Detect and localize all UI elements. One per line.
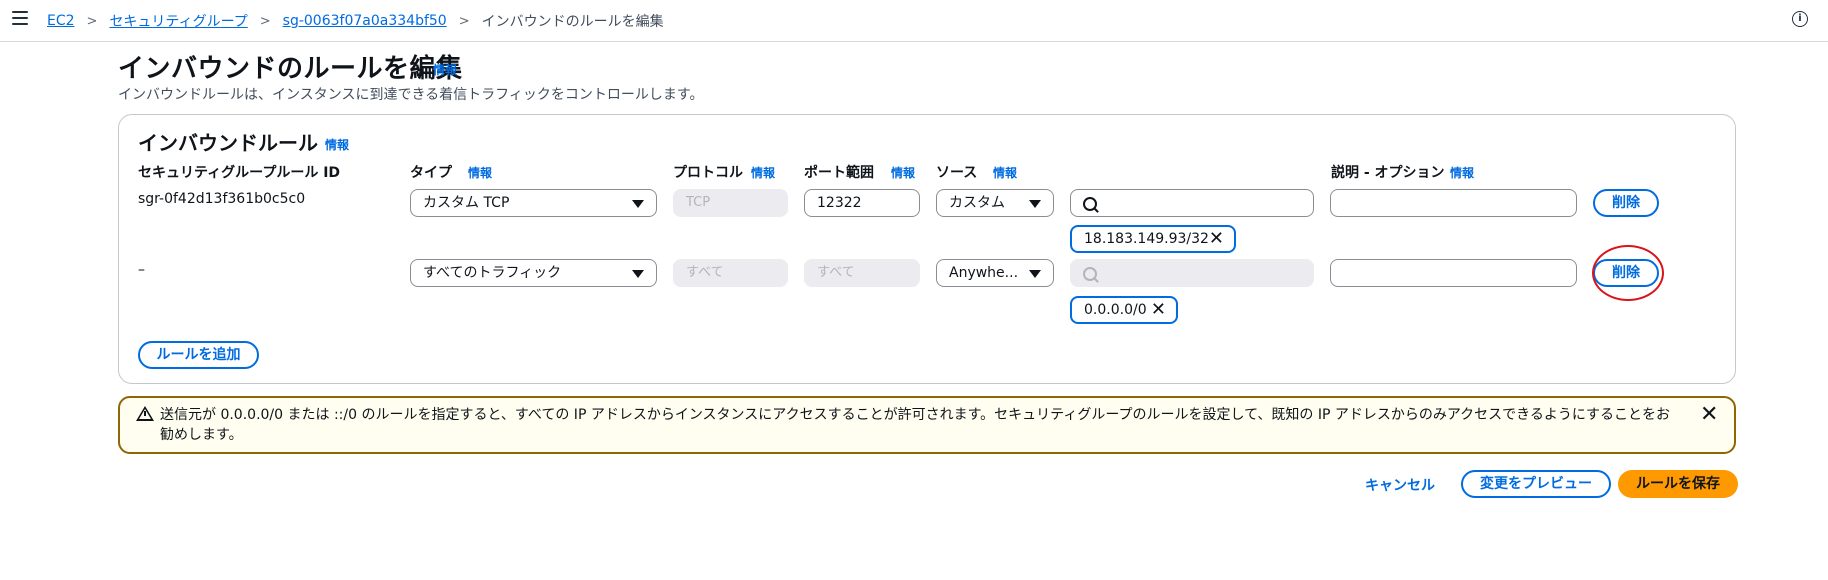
save-rules-button[interactable]: ルールを保存 (1618, 470, 1738, 498)
breadcrumb-ec2[interactable]: EC2 (47, 13, 75, 29)
close-icon[interactable]: ✕ (1209, 230, 1224, 248)
protocol-info-link[interactable]: 情報 (751, 164, 775, 181)
add-rule-button[interactable]: ルールを追加 (138, 341, 259, 369)
type-select[interactable]: カスタム TCP (410, 189, 657, 217)
port-range-input[interactable]: 12322 (804, 189, 920, 217)
cidr-token: 0.0.0.0/0 ✕ (1070, 296, 1178, 324)
cancel-button[interactable]: キャンセル (1365, 475, 1435, 495)
page-description: インバウンドルールは、インスタンスに到達できる着信トラフィックをコントロールしま… (118, 87, 704, 103)
chevron-right-icon: > (259, 13, 271, 29)
column-type: タイプ (410, 165, 452, 181)
column-protocol: プロトコル (673, 165, 743, 181)
search-icon (1083, 197, 1097, 211)
close-icon[interactable]: ✕ (1151, 301, 1166, 319)
column-rule-id: セキュリティグループルール ID (138, 165, 341, 181)
breadcrumb-current: インバウンドのルールを編集 (481, 14, 664, 30)
caret-down-icon (632, 200, 644, 208)
cidr-token: 18.183.149.93/32 ✕ (1070, 225, 1236, 253)
column-source: ソース (936, 165, 978, 181)
delete-button[interactable]: 削除 (1593, 189, 1659, 217)
highlight-circle (1592, 245, 1664, 301)
protocol-input: すべて (673, 259, 788, 287)
caret-down-icon (1029, 200, 1041, 208)
page-title: インバウンドのルールを編集 (118, 54, 463, 84)
type-info-link[interactable]: 情報 (468, 164, 492, 181)
type-select-value: すべてのトラフィック (423, 265, 562, 281)
warning-icon-mark (144, 411, 146, 416)
type-select-value: カスタム TCP (423, 195, 510, 211)
column-description: 説明 - オプション (1331, 165, 1445, 181)
source-select-value: Anywhe... (949, 265, 1019, 281)
description-input[interactable] (1330, 259, 1577, 287)
caret-down-icon (632, 270, 644, 278)
warning-text: 送信元が 0.0.0.0/0 または ::/0 のルールを指定すると、すべての … (160, 407, 1670, 443)
search-icon (1083, 267, 1097, 281)
description-info-link[interactable]: 情報 (1450, 164, 1474, 181)
close-icon[interactable]: ✕ (1700, 402, 1718, 427)
panel-info-link[interactable]: 情報 (325, 136, 349, 153)
rule-id: – (138, 262, 145, 278)
column-port-range: ポート範囲 (804, 165, 874, 181)
source-search-input (1070, 259, 1314, 287)
breadcrumb-security-group-id[interactable]: sg-0063f07a0a334bf50 (283, 13, 447, 29)
chevron-right-icon: > (86, 13, 98, 29)
source-info-link[interactable]: 情報 (993, 164, 1017, 181)
breadcrumb-security-groups[interactable]: セキュリティグループ (109, 11, 247, 31)
source-search-input[interactable] (1070, 189, 1314, 217)
source-select[interactable]: Anywhe... (936, 259, 1054, 287)
preview-changes-button[interactable]: 変更をプレビュー (1461, 470, 1611, 498)
protocol-input: TCP (673, 189, 788, 217)
breadcrumb: EC2 > セキュリティグループ > sg-0063f07a0a334bf50 … (47, 11, 664, 31)
port-range-input: すべて (804, 259, 920, 287)
cidr-token-label: 18.183.149.93/32 (1084, 231, 1209, 247)
port-info-link[interactable]: 情報 (891, 164, 915, 181)
caret-down-icon (1029, 270, 1041, 278)
type-select[interactable]: すべてのトラフィック (410, 259, 657, 287)
rule-id: sgr-0f42d13f361b0c5c0 (138, 191, 306, 207)
source-select[interactable]: カスタム (936, 189, 1054, 217)
description-input[interactable] (1330, 189, 1577, 217)
panel-title: インバウンドルール (138, 131, 318, 155)
source-select-value: カスタム (949, 195, 1005, 211)
cidr-token-label: 0.0.0.0/0 (1084, 302, 1147, 318)
page-info-link[interactable]: 情報 (433, 61, 457, 78)
menu-icon[interactable] (12, 11, 28, 25)
top-bar: EC2 > セキュリティグループ > sg-0063f07a0a334bf50 … (0, 0, 1828, 42)
chevron-right-icon: > (458, 13, 470, 29)
info-icon[interactable]: i (1792, 11, 1808, 27)
inbound-rules-panel (118, 114, 1736, 384)
